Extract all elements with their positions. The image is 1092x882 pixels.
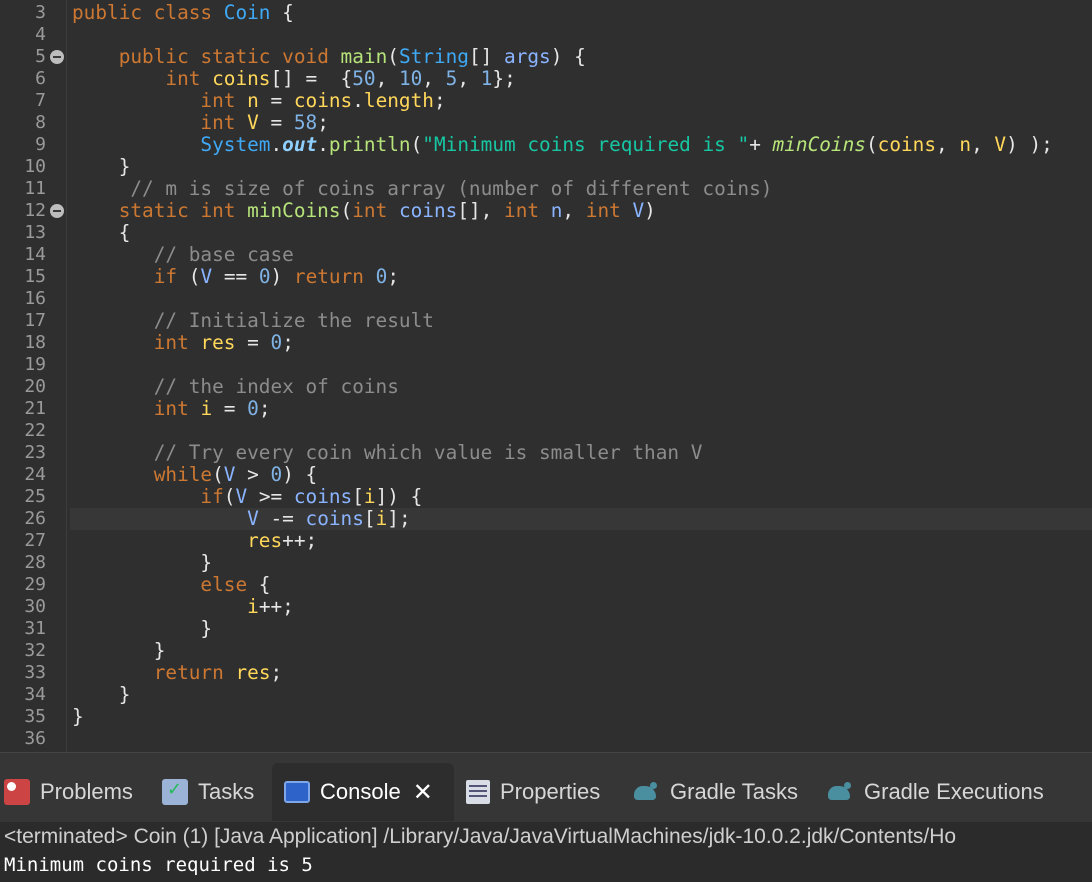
line-number: 24 — [24, 464, 46, 485]
code-line[interactable]: // m is size of coins array (number of d… — [72, 178, 772, 200]
code-line[interactable]: public class Coin { — [72, 2, 294, 24]
line-number: 23 — [24, 442, 46, 463]
line-number: 3 — [35, 2, 46, 23]
code-line[interactable]: // base case — [72, 244, 294, 266]
line-number: 21 — [24, 398, 46, 419]
tab-console[interactable]: Console ✕ — [272, 763, 454, 821]
line-number: 31 — [24, 618, 46, 639]
tab-label: Gradle Tasks — [670, 779, 798, 804]
line-number: 22 — [24, 420, 46, 441]
tab-label: Problems — [40, 779, 133, 804]
code-line[interactable]: while(V > 0) { — [72, 464, 318, 486]
tab-label: Console — [320, 779, 401, 804]
problems-icon — [4, 779, 30, 805]
line-number: 11 — [24, 178, 46, 199]
line-number: 16 — [24, 288, 46, 309]
code-line[interactable]: V -= coins[i]; — [72, 508, 411, 530]
gradle-icon — [632, 780, 660, 804]
line-number: 20 — [24, 376, 46, 397]
tab-problems[interactable]: Problems — [4, 763, 133, 821]
line-number: 35 — [24, 706, 46, 727]
code-line[interactable]: System.out.println("Minimum coins requir… — [72, 134, 1052, 156]
code-line[interactable]: i++; — [72, 596, 294, 618]
code-line[interactable]: int n = coins.length; — [72, 90, 445, 112]
tab-label: Gradle Executions — [864, 779, 1044, 804]
properties-icon — [466, 780, 490, 804]
line-number: 4 — [35, 24, 46, 45]
code-line[interactable]: if(V >= coins[i]) { — [72, 486, 422, 508]
code-line[interactable]: return res; — [72, 662, 282, 684]
code-line[interactable]: } — [72, 156, 131, 178]
tab-properties[interactable]: Properties — [466, 763, 600, 821]
line-number: 7 — [35, 90, 46, 111]
code-line[interactable]: int i = 0; — [72, 398, 271, 420]
fold-collapse-icon[interactable] — [50, 50, 64, 64]
line-number: 17 — [24, 310, 46, 331]
code-editor[interactable]: 3 4 5 6 7 8 9 10 11 12 13 14 15 16 17 18… — [0, 0, 1092, 752]
tab-label: Properties — [500, 779, 601, 804]
code-line[interactable]: } — [72, 640, 166, 662]
tab-tasks[interactable]: Tasks — [162, 763, 254, 821]
code-line[interactable]: // Initialize the result — [72, 310, 434, 332]
code-line[interactable]: if (V == 0) return 0; — [72, 266, 399, 288]
line-number: 29 — [24, 574, 46, 595]
code-line[interactable]: int res = 0; — [72, 332, 294, 354]
code-line[interactable]: { — [72, 222, 131, 244]
code-line[interactable]: else { — [72, 574, 270, 596]
console-icon — [284, 781, 310, 803]
line-number: 10 — [24, 156, 46, 177]
line-number: 27 — [24, 530, 46, 551]
code-line[interactable]: int V = 58; — [72, 112, 328, 134]
line-number: 13 — [24, 222, 46, 243]
tasks-icon — [162, 779, 188, 805]
line-number: 8 — [35, 112, 46, 133]
tab-gradle-executions[interactable]: Gradle Executions — [826, 763, 1044, 821]
code-line[interactable]: // the index of coins — [72, 376, 399, 398]
line-number: 26 — [24, 508, 46, 529]
line-number: 25 — [24, 486, 46, 507]
tab-label: Tasks — [198, 779, 255, 804]
fold-collapse-icon[interactable] — [50, 204, 64, 218]
code-line[interactable]: // Try every coin which value is smaller… — [72, 442, 703, 464]
line-number: 34 — [24, 684, 46, 705]
line-number: 9 — [35, 134, 46, 155]
close-icon[interactable]: ✕ — [413, 778, 433, 806]
code-line[interactable]: public static void main(String[] args) { — [72, 46, 586, 68]
code-line[interactable]: static int minCoins(int coins[], int n, … — [72, 200, 656, 222]
line-number: 12 — [24, 200, 46, 221]
code-line[interactable]: } — [72, 706, 84, 728]
line-number: 5 — [35, 46, 46, 67]
gradle-icon — [826, 780, 854, 804]
line-number: 14 — [24, 244, 46, 265]
code-line[interactable]: } — [72, 618, 212, 640]
line-number: 15 — [24, 266, 46, 287]
console-status-line: <terminated> Coin (1) [Java Application]… — [4, 825, 957, 848]
line-number: 18 — [24, 332, 46, 353]
line-number: 32 — [24, 640, 46, 661]
line-number: 36 — [24, 728, 46, 749]
code-line[interactable]: } — [72, 552, 212, 574]
line-number: 28 — [24, 552, 46, 573]
code-line[interactable]: res++; — [72, 530, 317, 552]
line-number: 6 — [35, 68, 46, 89]
tab-gradle-tasks[interactable]: Gradle Tasks — [632, 763, 798, 821]
console-output[interactable]: Minimum coins required is 5 — [4, 854, 313, 876]
line-number: 30 — [24, 596, 46, 617]
code-line[interactable]: } — [72, 684, 131, 706]
console-view[interactable]: <terminated> Coin (1) [Java Application]… — [0, 822, 1092, 882]
code-line[interactable]: int coins[] = {50, 10, 5, 1}; — [72, 68, 515, 90]
line-number: 19 — [24, 354, 46, 375]
line-number-gutter: 3 4 5 6 7 8 9 10 11 12 13 14 15 16 17 18… — [0, 0, 67, 752]
line-number: 33 — [24, 662, 46, 683]
bottom-panel-tabs: Problems Tasks Console ✕ Properties Grad… — [0, 752, 1092, 824]
